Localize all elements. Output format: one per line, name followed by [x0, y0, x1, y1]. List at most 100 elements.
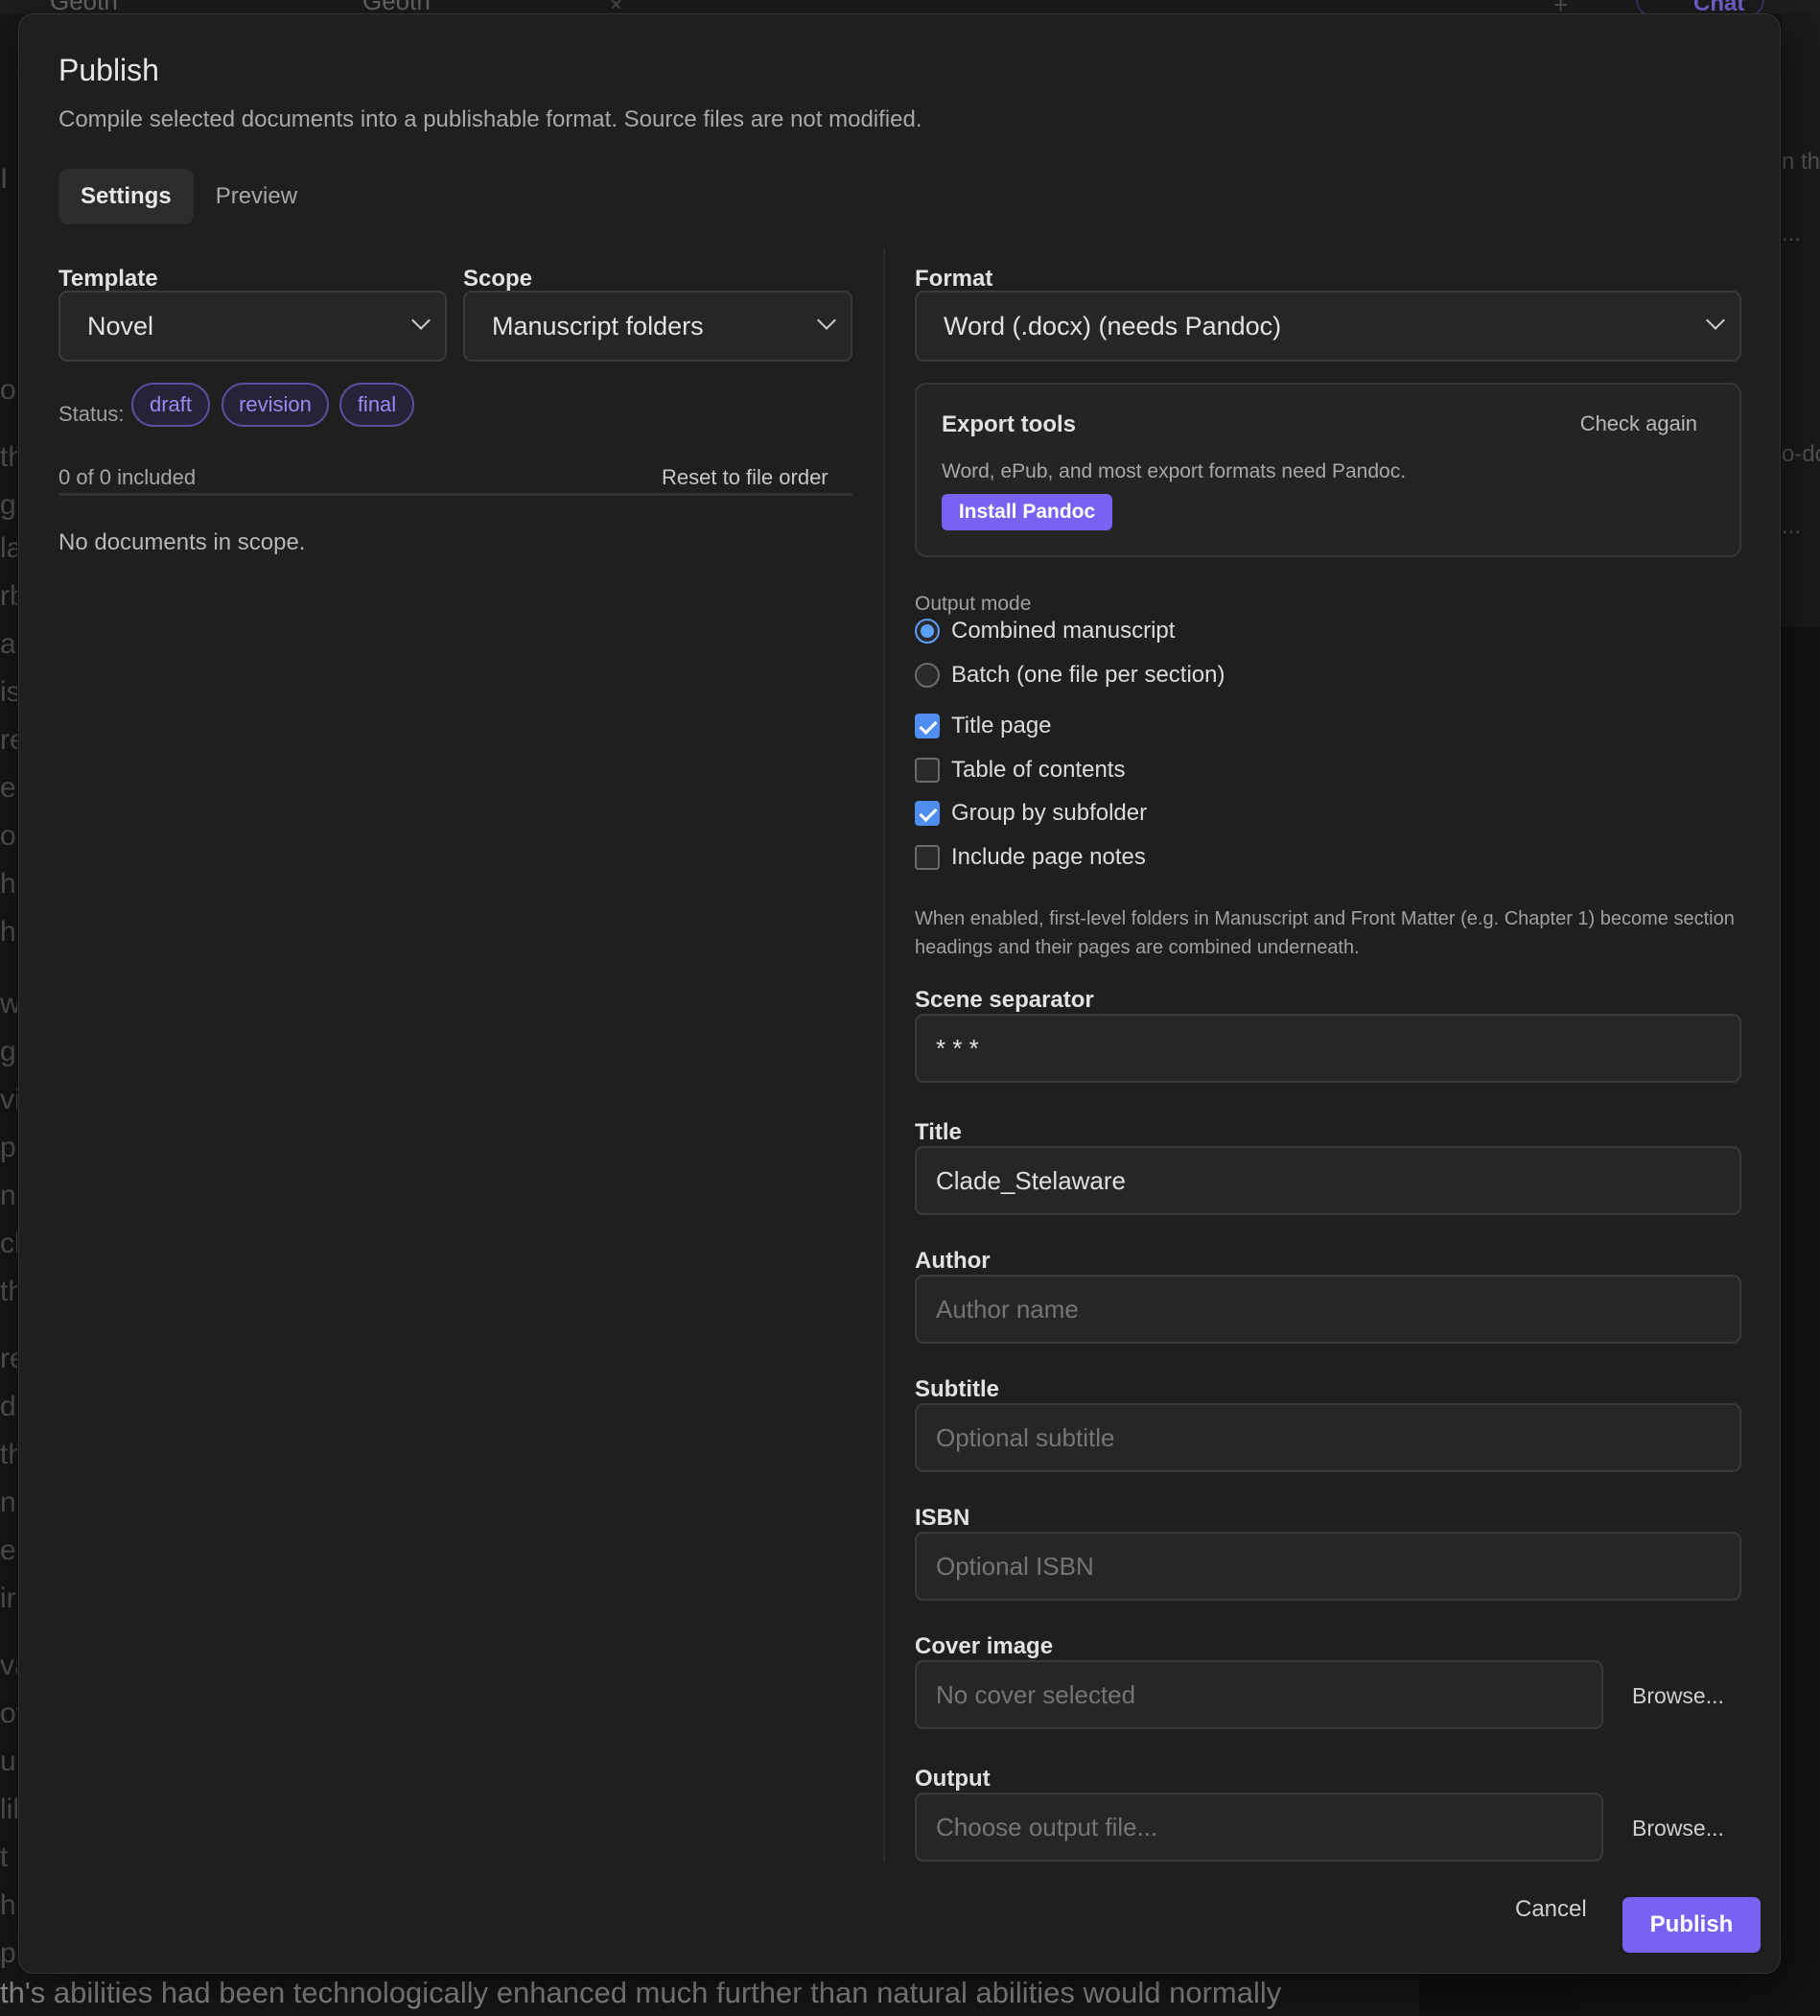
background-text-fragment: g	[0, 1036, 16, 1067]
export-tools-title: Export tools	[942, 411, 1077, 437]
format-select[interactable]: Word (.docx) (needs Pandoc)	[915, 291, 1741, 362]
background-text-fragment: re	[0, 1343, 17, 1374]
author-label: Author	[915, 1248, 991, 1274]
background-text-fragment: o	[0, 374, 16, 406]
background-text-fragment: he	[0, 1889, 17, 1921]
scope-label: Scope	[463, 266, 533, 292]
reset-order-button[interactable]: Reset to file order	[662, 465, 828, 490]
chevron-down-icon	[411, 311, 431, 330]
radio-combined-manuscript[interactable]: Combined manuscript	[915, 617, 1175, 645]
checkbox-unchecked-icon[interactable]	[915, 845, 940, 870]
background-text-fragment: vi	[0, 1084, 17, 1115]
background-text-fragment: ha	[0, 916, 17, 948]
dialog-tabs: Settings Preview	[58, 169, 319, 224]
background-text-fragment: e	[0, 1535, 16, 1566]
format-select-value: Word (.docx) (needs Pandoc)	[944, 312, 1282, 340]
background-panel-edge	[1419, 1972, 1576, 2016]
checkbox-group-by-subfolder[interactable]: Group by subfolder	[915, 799, 1147, 828]
background-text-fragment: ac	[0, 628, 17, 660]
format-label: Format	[915, 266, 993, 292]
checkbox-title-page[interactable]: Title page	[915, 712, 1052, 740]
background-text-fragment: es	[0, 772, 17, 804]
background-text-fragment: th	[0, 441, 17, 473]
output-browse-button[interactable]: Browse...	[1632, 1816, 1724, 1841]
background-text-fragment: ir	[0, 1582, 16, 1614]
tab-settings[interactable]: Settings	[58, 169, 194, 224]
background-text-fragment: re	[0, 724, 17, 756]
background-tab[interactable]: Geoth	[362, 0, 431, 15]
tab-preview[interactable]: Preview	[194, 169, 319, 224]
checkbox-table-of-contents[interactable]: Table of contents	[915, 756, 1125, 785]
checkbox-checked-icon[interactable]	[915, 714, 940, 738]
output-file-input[interactable]	[915, 1793, 1603, 1862]
isbn-label: ISBN	[915, 1505, 970, 1531]
checkbox-label: Group by subfolder	[951, 800, 1148, 826]
check-again-button[interactable]: Check again	[1580, 411, 1697, 436]
scene-separator-label: Scene separator	[915, 987, 1094, 1013]
background-text-fragment: p	[0, 1132, 16, 1163]
author-input[interactable]	[915, 1275, 1741, 1344]
radio-selected-icon[interactable]	[915, 619, 940, 644]
radio-label: Batch (one file per section)	[951, 662, 1225, 688]
scope-select[interactable]: Manuscript folders	[463, 291, 852, 362]
radio-batch[interactable]: Batch (one file per section)	[915, 661, 1225, 690]
background-text-fragment: la	[0, 532, 17, 564]
template-select-value: Novel	[87, 312, 154, 340]
background-text-fragment: ot	[0, 1698, 17, 1729]
cover-browse-button[interactable]: Browse...	[1632, 1683, 1724, 1709]
install-pandoc-button[interactable]: Install Pandoc	[942, 494, 1112, 530]
column-divider	[883, 249, 885, 1863]
status-label: Status:	[58, 402, 125, 426]
included-count: 0 of 0 included	[58, 465, 197, 489]
checkbox-include-page-notes[interactable]: Include page notes	[915, 843, 1146, 872]
publish-button[interactable]: Publish	[1622, 1897, 1761, 1953]
title-input[interactable]	[915, 1146, 1741, 1215]
subtitle-label: Subtitle	[915, 1376, 999, 1402]
status-pill-draft[interactable]: draft	[131, 383, 210, 427]
scope-select-value: Manuscript folders	[492, 312, 704, 340]
checkbox-unchecked-icon[interactable]	[915, 758, 940, 783]
background-text-fragment: de	[0, 1391, 17, 1422]
background-tab-bar	[0, 0, 1820, 13]
status-pill-revision[interactable]: revision	[222, 383, 329, 427]
background-text-fragment: o	[0, 820, 16, 852]
chevron-down-icon	[817, 311, 836, 330]
background-tab[interactable]: Geoth	[50, 0, 118, 15]
output-mode-label: Output mode	[915, 593, 1032, 615]
background-text-fragment: I	[0, 163, 9, 195]
title-label: Title	[915, 1119, 962, 1145]
background-text-fragment: th	[0, 1276, 17, 1307]
template-select[interactable]: Novel	[58, 291, 447, 362]
background-text-fragment: ...	[1782, 513, 1802, 539]
status-pill-final[interactable]: final	[339, 383, 414, 427]
cover-image-input[interactable]	[915, 1660, 1603, 1729]
background-text-fragment: th	[0, 1439, 17, 1470]
background-text-fragment: rb	[0, 580, 17, 612]
checkbox-checked-icon[interactable]	[915, 801, 940, 826]
subtitle-input[interactable]	[915, 1403, 1741, 1472]
group-by-help-text: When enabled, first-level folders in Man…	[915, 908, 1735, 958]
checkbox-label: Table of contents	[951, 757, 1126, 783]
dialog-subtitle: Compile selected documents into a publis…	[58, 106, 922, 132]
background-text-fragment: n th	[1782, 149, 1820, 175]
background-text-fragment: ur	[0, 1746, 17, 1777]
export-tools-description: Word, ePub, and most export formats need…	[942, 460, 1407, 482]
chevron-down-icon	[1706, 311, 1725, 330]
isbn-input[interactable]	[915, 1532, 1741, 1601]
output-label: Output	[915, 1766, 991, 1792]
divider	[58, 493, 852, 496]
cancel-button[interactable]: Cancel	[1515, 1896, 1587, 1923]
background-text-fragment: he	[0, 868, 17, 900]
checkbox-label: Include page notes	[951, 844, 1146, 870]
background-text-fragment: g	[0, 489, 16, 521]
cover-image-label: Cover image	[915, 1633, 1054, 1659]
background-text-fragment: pa	[0, 1937, 17, 1969]
radio-unselected-icon[interactable]	[915, 663, 940, 688]
background-text-fragment: n	[0, 1487, 16, 1518]
scene-separator-input[interactable]	[915, 1014, 1741, 1083]
background-text-fragment: o-do	[1782, 441, 1820, 467]
background-text-fragment: t	[0, 1841, 9, 1873]
publish-dialog: Publish Compile selected documents into …	[18, 13, 1781, 1974]
export-tools-panel: Export tools Check again Word, ePub, and…	[915, 383, 1741, 557]
background-text-fragment: ch	[0, 1228, 17, 1259]
